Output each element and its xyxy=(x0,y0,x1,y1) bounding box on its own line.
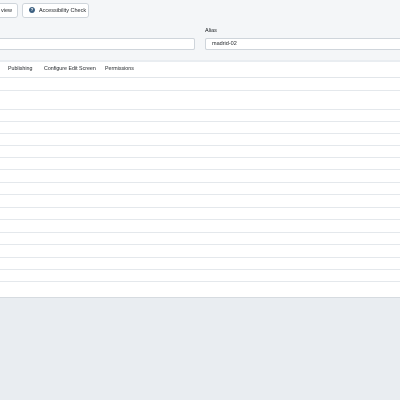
title-input[interactable] xyxy=(0,38,195,50)
row-divider xyxy=(0,281,400,282)
tab-bar: Publishing Configure Edit Screen Permiss… xyxy=(0,62,400,78)
preview-button[interactable]: view xyxy=(0,3,18,18)
toolbar: view ? Accessibility Check xyxy=(0,0,400,23)
row-divider xyxy=(0,219,400,220)
row-divider xyxy=(0,194,400,195)
row-divider xyxy=(0,90,400,91)
alias-input[interactable]: madrid-02 xyxy=(205,38,400,50)
preview-button-label: view xyxy=(1,8,13,14)
row-divider xyxy=(0,244,400,245)
accessibility-check-button[interactable]: ? Accessibility Check xyxy=(22,3,89,18)
tab-configure-edit-screen[interactable]: Configure Edit Screen xyxy=(44,66,96,72)
help-circle-icon: ? xyxy=(29,6,35,13)
row-divider xyxy=(0,157,400,158)
tab-permissions[interactable]: Permissions xyxy=(105,66,134,72)
alias-label: Alias xyxy=(205,28,217,34)
accessibility-check-label: Accessibility Check xyxy=(39,8,87,14)
content-panel: Publishing Configure Edit Screen Permiss… xyxy=(0,62,400,298)
row-divider xyxy=(0,257,400,258)
row-divider xyxy=(0,207,400,208)
row-divider xyxy=(0,109,400,110)
row-divider xyxy=(0,133,400,134)
row-divider xyxy=(0,145,400,146)
row-divider xyxy=(0,182,400,183)
row-divider xyxy=(0,232,400,233)
tab-publishing[interactable]: Publishing xyxy=(8,66,32,72)
row-divider xyxy=(0,121,400,122)
row-divider xyxy=(0,169,400,170)
row-divider xyxy=(0,269,400,270)
